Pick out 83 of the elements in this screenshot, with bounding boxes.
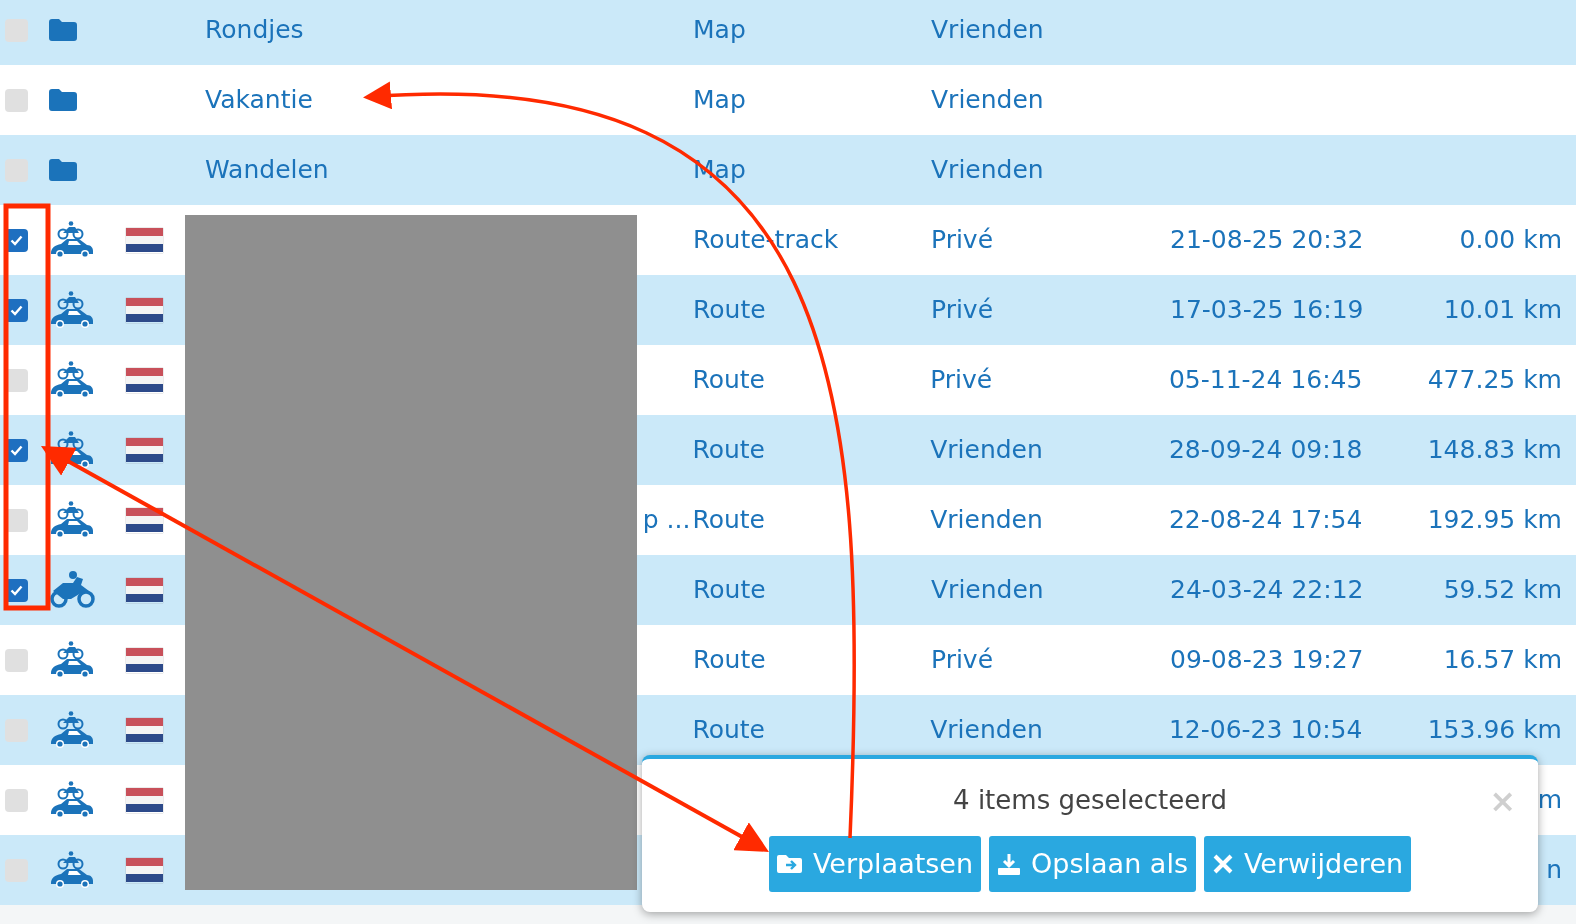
motorcycle-and-car-icon: [48, 431, 95, 469]
distance-label: 192.95 km: [1427, 504, 1562, 537]
checkbox[interactable]: [5, 158, 28, 182]
distance-label: 153.96 km: [1427, 714, 1562, 747]
item-type: Route: [693, 295, 766, 325]
date-label: 22-08-24 17:54: [1168, 505, 1363, 535]
distance-label: 0.00 km: [1459, 224, 1562, 257]
distance-label: 477.25 km: [1427, 364, 1562, 397]
distance-label: 148.83 km: [1427, 434, 1562, 467]
sharing-label: Vrienden: [931, 85, 1044, 115]
motorcycle-and-car-icon: [49, 781, 95, 819]
folder-icon: [49, 89, 77, 111]
check-icon: [10, 444, 23, 456]
action-button[interactable]: Verwijderen: [1203, 836, 1412, 892]
check-icon: [10, 234, 23, 246]
folder-arrow-icon: [776, 854, 803, 874]
flag-icon: [126, 227, 163, 253]
date-label: 28-09-24 09:18: [1168, 435, 1363, 465]
distance-label: 59.52 km: [1443, 574, 1562, 607]
motorcycle-and-car-icon: [49, 291, 95, 329]
action-button[interactable]: Opslaan als: [989, 836, 1196, 892]
item-name[interactable]: Wandelen: [205, 151, 329, 189]
sharing-label: Privé: [931, 225, 994, 255]
check-icon: [10, 304, 23, 316]
checkbox[interactable]: [5, 88, 28, 112]
date-label: 05-11-24 16:45: [1168, 365, 1363, 395]
distance-label: m: [1537, 784, 1562, 817]
flag-icon: [126, 647, 163, 673]
flag-icon: [125, 437, 163, 463]
sharing-label: Vrienden: [931, 575, 1044, 605]
item-type: Map: [693, 15, 746, 45]
distance-label: 16.57 km: [1443, 644, 1562, 677]
checkbox[interactable]: [5, 718, 28, 742]
motorcycle-and-car-icon: [48, 361, 95, 399]
checkbox[interactable]: [5, 18, 28, 42]
flag-icon: [126, 787, 163, 813]
distance-label: 10.01 km: [1443, 294, 1562, 327]
checkbox[interactable]: [5, 648, 28, 672]
checkbox[interactable]: [5, 788, 28, 812]
flag-icon: [125, 717, 163, 743]
sharing-label: Vrienden: [931, 155, 1044, 185]
motorcycle-and-car-icon: [48, 501, 95, 539]
sharing-label: Vrienden: [930, 715, 1043, 745]
flag-icon: [126, 857, 163, 883]
sharing-label: Privé: [931, 295, 994, 325]
sharing-label: Vrienden: [931, 15, 1044, 45]
item-type: Route: [692, 435, 765, 465]
item-type: Route: [692, 715, 765, 745]
date-label: 12-06-23 10:54: [1168, 715, 1363, 745]
item-name[interactable]: Rondjes: [205, 11, 304, 49]
date-label: 21-08-25 20:32: [1170, 225, 1364, 255]
motorcycle-and-car-icon: [49, 221, 95, 259]
sharing-label: Vrienden: [930, 505, 1043, 535]
item-type: Route: [693, 575, 766, 605]
flag-icon: [126, 577, 163, 603]
flag-icon: [125, 367, 163, 393]
motorcycle-and-car-icon: [48, 711, 95, 749]
flag-icon: [126, 297, 163, 323]
item-type: Route: [692, 505, 765, 535]
sharing-label: Privé: [931, 645, 994, 675]
flag-icon: [125, 507, 163, 533]
download-icon: [997, 852, 1022, 876]
date-label: 09-08-23 19:27: [1170, 645, 1364, 675]
item-type: Route: [692, 365, 765, 395]
sharing-label: Vrienden: [930, 435, 1043, 465]
motorcycle-and-car-icon: [49, 851, 95, 889]
folder-icon: [49, 19, 77, 41]
date-label: 17-03-25 16:19: [1170, 295, 1364, 325]
item-type: Route: [693, 645, 766, 675]
motorcycle-icon: [49, 571, 95, 609]
item-name[interactable]: Vakantie: [205, 81, 313, 119]
close-icon: [1211, 853, 1234, 875]
date-label: 24-03-24 22:12: [1170, 575, 1364, 605]
check-icon: [10, 584, 23, 596]
action-button[interactable]: Verplaatsen: [768, 836, 982, 892]
folder-icon: [49, 159, 77, 181]
selection-count: 4 items geselecteerd: [953, 784, 1227, 817]
sharing-label: Privé: [930, 365, 993, 395]
item-name[interactable]: p ...: [642, 501, 691, 539]
distance-label: n: [1546, 854, 1562, 887]
checkbox[interactable]: [5, 858, 28, 882]
item-type: Map: [693, 85, 746, 115]
motorcycle-and-car-icon: [49, 641, 95, 679]
